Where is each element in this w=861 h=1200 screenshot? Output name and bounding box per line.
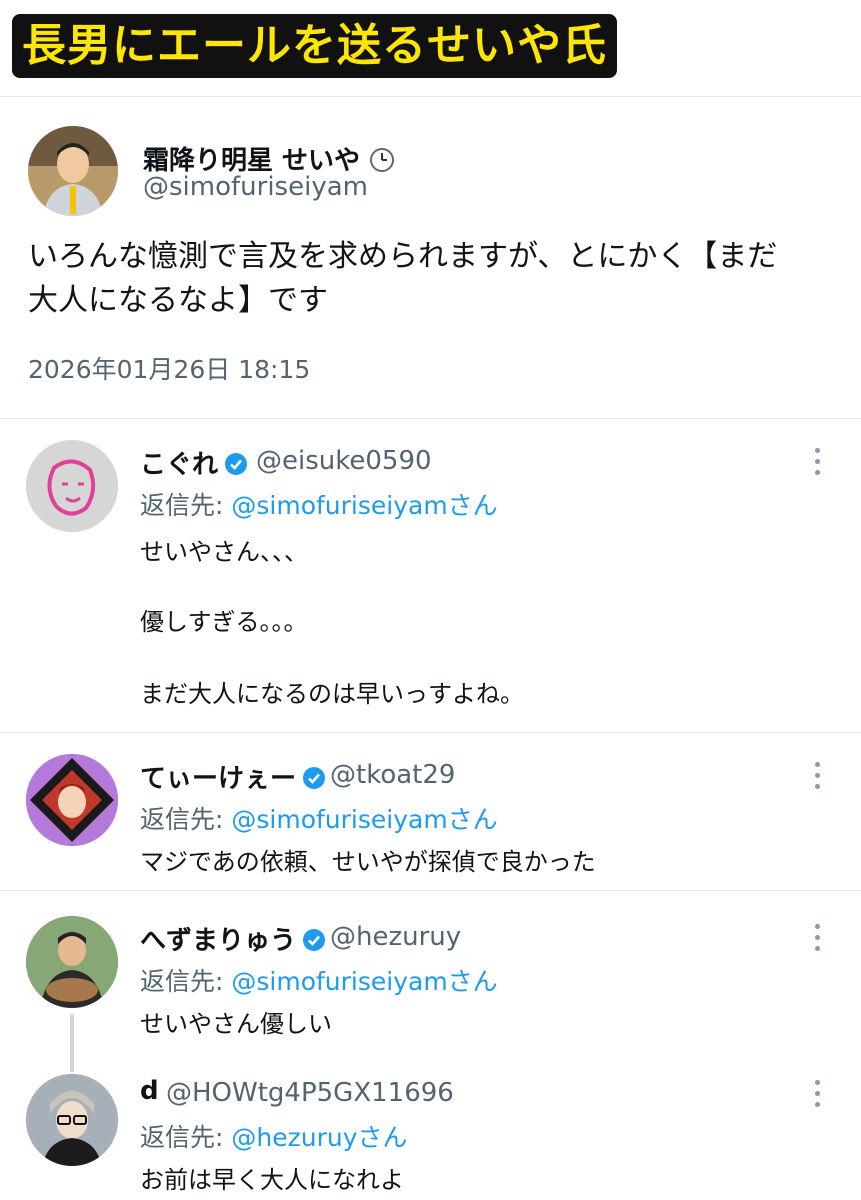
- reply-avatar[interactable]: [26, 440, 118, 532]
- divider: [0, 890, 861, 891]
- post-text-line-2: 大人になるなよ】です: [28, 283, 328, 318]
- reply-to-line: 返信先: @simofuriseiyamさん: [140, 962, 498, 998]
- headline-banner: 長男にエールを送るせいや氏: [12, 14, 617, 78]
- reply-to-mention[interactable]: @hezuruyさん: [231, 1123, 407, 1152]
- reply-avatar[interactable]: [26, 1074, 118, 1166]
- thread-connector-line: [70, 1014, 74, 1072]
- reply-to-label: 返信先:: [140, 491, 232, 520]
- more-options-icon[interactable]: [812, 762, 822, 792]
- verified-badge-icon: [225, 453, 248, 475]
- divider: [0, 418, 861, 419]
- reply-text-line: 優しすぎる。。。: [140, 608, 308, 636]
- reply-name[interactable]: てぃーけぇー: [140, 764, 296, 794]
- verified-badge-icon: [303, 929, 326, 951]
- reply-to-label: 返信先:: [140, 1123, 232, 1152]
- reply-to-label: 返信先:: [140, 967, 232, 996]
- reply-to-mention[interactable]: @simofuriseiyamさん: [231, 967, 497, 996]
- more-options-icon[interactable]: [812, 448, 822, 478]
- verified-badge-icon: [303, 767, 326, 789]
- reply-text-line: せいやさん、、、: [140, 538, 308, 566]
- post-timestamp[interactable]: 2026年01月26日 18:15: [28, 350, 310, 386]
- reply-handle[interactable]: @hezuruy: [330, 922, 461, 952]
- reply-handle[interactable]: @HOWtg4P5GX11696: [166, 1078, 454, 1108]
- reply-avatar[interactable]: [26, 754, 118, 846]
- reply-name[interactable]: へずまりゅう: [140, 926, 296, 956]
- reply-name[interactable]: d: [140, 1076, 159, 1106]
- reply-handle[interactable]: @tkoat29: [330, 760, 455, 790]
- author-handle[interactable]: @simofuriseiyam: [143, 172, 368, 202]
- reply-to-line: 返信先: @simofuriseiyamさん: [140, 800, 498, 836]
- reply-text-line: マジであの依頼、せいやが探偵で良かった: [140, 848, 596, 876]
- reply-to-line: 返信先: @simofuriseiyamさん: [140, 486, 498, 522]
- reply-to-label: 返信先:: [140, 805, 232, 834]
- post-text-line-1: いろんな憶測で言及を求められますが、とにかく【まだ: [28, 239, 778, 274]
- more-options-icon[interactable]: [812, 924, 822, 954]
- reply-name[interactable]: こぐれ: [140, 450, 218, 480]
- reply-handle[interactable]: @eisuke0590: [256, 446, 432, 476]
- reply-text-line: まだ大人になるのは早いっすよね。: [140, 680, 524, 708]
- clock-icon: [370, 148, 395, 172]
- reply-to-line: 返信先: @hezuruyさん: [140, 1118, 408, 1154]
- more-options-icon[interactable]: [812, 1080, 822, 1110]
- reply-to-mention[interactable]: @simofuriseiyamさん: [231, 491, 497, 520]
- reply-text-line: お前は早く大人になれよ: [140, 1166, 404, 1194]
- reply-avatar[interactable]: [26, 916, 118, 1008]
- divider: [0, 732, 861, 733]
- author-avatar[interactable]: [28, 126, 118, 216]
- divider: [0, 96, 861, 97]
- reply-to-mention[interactable]: @simofuriseiyamさん: [231, 805, 497, 834]
- reply-text-line: せいやさん優しい: [140, 1010, 332, 1038]
